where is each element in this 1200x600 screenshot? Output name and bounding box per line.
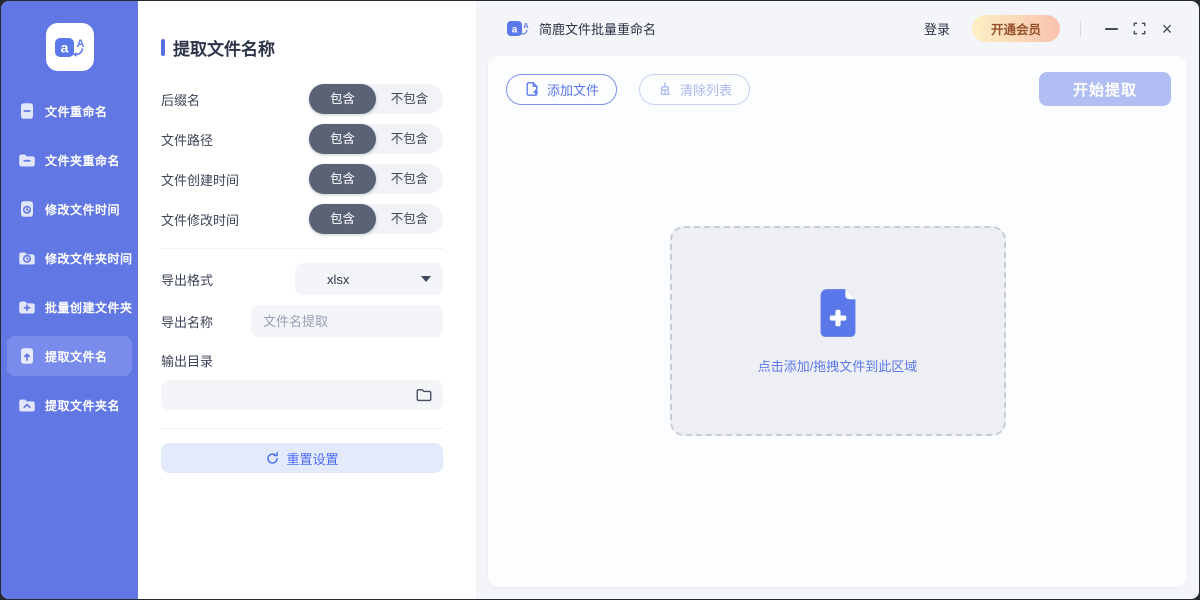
svg-text:A: A	[76, 38, 84, 50]
toggle-row-label: 文件路径	[161, 130, 213, 149]
exclude-option[interactable]: 不包含	[376, 84, 443, 114]
file-clock-icon	[17, 199, 37, 219]
export-format-row: 导出格式 xlsx	[161, 263, 443, 295]
file-upload-icon	[17, 346, 37, 366]
toggle-row-label: 文件创建时间	[161, 170, 239, 189]
sidebar-item-label: 文件夹重命名	[45, 152, 120, 169]
toggle-row-4: 文件修改时间 包含不包含	[161, 204, 443, 234]
close-button[interactable]: ×	[1153, 15, 1181, 43]
toggle-row-3: 文件创建时间 包含不包含	[161, 164, 443, 194]
export-format-value: xlsx	[327, 272, 349, 287]
sidebar-item-7[interactable]: 提取文件夹名	[7, 385, 132, 425]
sidebar-item-label: 提取文件夹名	[45, 397, 120, 414]
add-file-icon	[524, 81, 540, 97]
sidebar-item-2[interactable]: 文件夹重命名	[7, 140, 132, 180]
titlebar: a A 简鹿文件批量重命名 登录 开通会员 ×	[476, 1, 1199, 56]
include-toggle: 包含不包含	[309, 164, 443, 194]
app-title: 简鹿文件批量重命名	[539, 19, 656, 38]
folder-clock-icon	[17, 248, 37, 268]
output-dir-block: 输出目录	[161, 351, 443, 410]
dropdown-caret-icon	[421, 276, 431, 282]
browse-folder-icon[interactable]	[415, 386, 433, 404]
toggle-row-label: 文件修改时间	[161, 210, 239, 229]
include-option[interactable]: 包含	[309, 164, 376, 194]
clear-list-button[interactable]: 清除列表	[639, 74, 750, 105]
minimize-icon	[1105, 28, 1118, 30]
output-dir-input[interactable]	[161, 380, 443, 410]
divider	[161, 428, 443, 429]
panel-title: 提取文件名称	[161, 35, 443, 60]
folder-rename-icon	[17, 150, 37, 170]
login-link[interactable]: 登录	[924, 19, 950, 38]
include-toggle: 包含不包含	[309, 204, 443, 234]
svg-text:A: A	[523, 21, 529, 30]
exclude-option[interactable]: 不包含	[376, 164, 443, 194]
app-window: a A 文件重命名文件夹重命名修改文件时间修改文件夹时间批量创建文件夹提取文件名…	[0, 0, 1200, 600]
sidebar-item-label: 提取文件名	[45, 348, 108, 365]
include-option[interactable]: 包含	[309, 204, 376, 234]
reset-icon	[265, 451, 280, 466]
settings-panel: 提取文件名称 后缀名包含不包含文件路径包含不包含文件创建时间包含不包含文件修改时…	[138, 1, 476, 599]
toggle-rows: 后缀名包含不包含文件路径包含不包含文件创建时间包含不包含文件修改时间包含不包含	[161, 84, 443, 234]
sidebar-item-label: 批量创建文件夹	[45, 299, 133, 316]
sidebar-item-label: 修改文件时间	[45, 201, 120, 218]
export-name-row: 导出名称	[161, 305, 443, 337]
dropzone-hint-text: 点击添加/拖拽文件到此区域	[758, 356, 918, 375]
sidebar-item-3[interactable]: 修改文件时间	[7, 189, 132, 229]
sidebar-item-1[interactable]: 文件重命名	[7, 91, 132, 131]
export-format-select[interactable]: xlsx	[295, 263, 443, 295]
include-toggle: 包含不包含	[309, 84, 443, 114]
panel-title-text: 提取文件名称	[173, 35, 275, 60]
app-logo-icon: a A	[46, 23, 94, 71]
toolbar: 添加文件 清除列表 开始提取	[488, 56, 1187, 106]
toggle-row-1: 后缀名 包含不包含	[161, 84, 443, 114]
membership-button[interactable]: 开通会员	[972, 15, 1060, 42]
toggle-row-label: 后缀名	[161, 90, 200, 109]
maximize-icon	[1133, 22, 1146, 35]
main-panel: a A 简鹿文件批量重命名 登录 开通会员 ×	[476, 1, 1199, 599]
close-icon: ×	[1162, 20, 1173, 38]
title-accent-bar	[161, 39, 165, 56]
include-toggle: 包含不包含	[309, 124, 443, 154]
sidebar-item-label: 修改文件夹时间	[45, 250, 133, 267]
sidebar-item-label: 文件重命名	[45, 103, 108, 120]
sidebar-item-5[interactable]: 批量创建文件夹	[7, 287, 132, 327]
sidebar-item-4[interactable]: 修改文件夹时间	[7, 238, 132, 278]
file-dropzone[interactable]: 点击添加/拖拽文件到此区域	[670, 226, 1006, 436]
exclude-option[interactable]: 不包含	[376, 204, 443, 234]
titlebar-divider	[1080, 21, 1081, 37]
export-name-label: 导出名称	[161, 312, 213, 331]
folder-plus-icon	[17, 297, 37, 317]
clear-list-label: 清除列表	[680, 80, 732, 99]
export-name-input[interactable]	[251, 305, 443, 337]
toggle-row-2: 文件路径 包含不包含	[161, 124, 443, 154]
maximize-button[interactable]	[1125, 15, 1153, 43]
dropzone-file-icon	[816, 287, 860, 339]
app-mini-logo-icon: a A	[506, 18, 530, 40]
reset-settings-label: 重置设置	[286, 449, 338, 468]
output-dir-field	[161, 380, 443, 410]
export-format-label: 导出格式	[161, 270, 213, 289]
workspace-card: 添加文件 清除列表 开始提取	[488, 56, 1187, 587]
folder-upload-icon	[17, 395, 37, 415]
reset-settings-button[interactable]: 重置设置	[161, 443, 443, 473]
svg-text:a: a	[60, 40, 68, 56]
exclude-option[interactable]: 不包含	[376, 124, 443, 154]
add-files-button[interactable]: 添加文件	[506, 74, 617, 105]
sidebar: a A 文件重命名文件夹重命名修改文件时间修改文件夹时间批量创建文件夹提取文件名…	[1, 1, 138, 599]
include-option[interactable]: 包含	[309, 124, 376, 154]
logo-container: a A	[1, 1, 138, 91]
start-extract-button[interactable]: 开始提取	[1039, 72, 1171, 106]
include-option[interactable]: 包含	[309, 84, 376, 114]
sidebar-item-6[interactable]: 提取文件名	[7, 336, 132, 376]
sidebar-nav: 文件重命名文件夹重命名修改文件时间修改文件夹时间批量创建文件夹提取文件名提取文件…	[1, 91, 138, 434]
divider	[161, 248, 443, 249]
file-rename-icon	[17, 101, 37, 121]
minimize-button[interactable]	[1097, 15, 1125, 43]
svg-text:a: a	[512, 24, 518, 35]
add-files-label: 添加文件	[547, 80, 599, 99]
output-dir-label: 输出目录	[161, 354, 213, 369]
clear-list-icon	[657, 81, 673, 97]
